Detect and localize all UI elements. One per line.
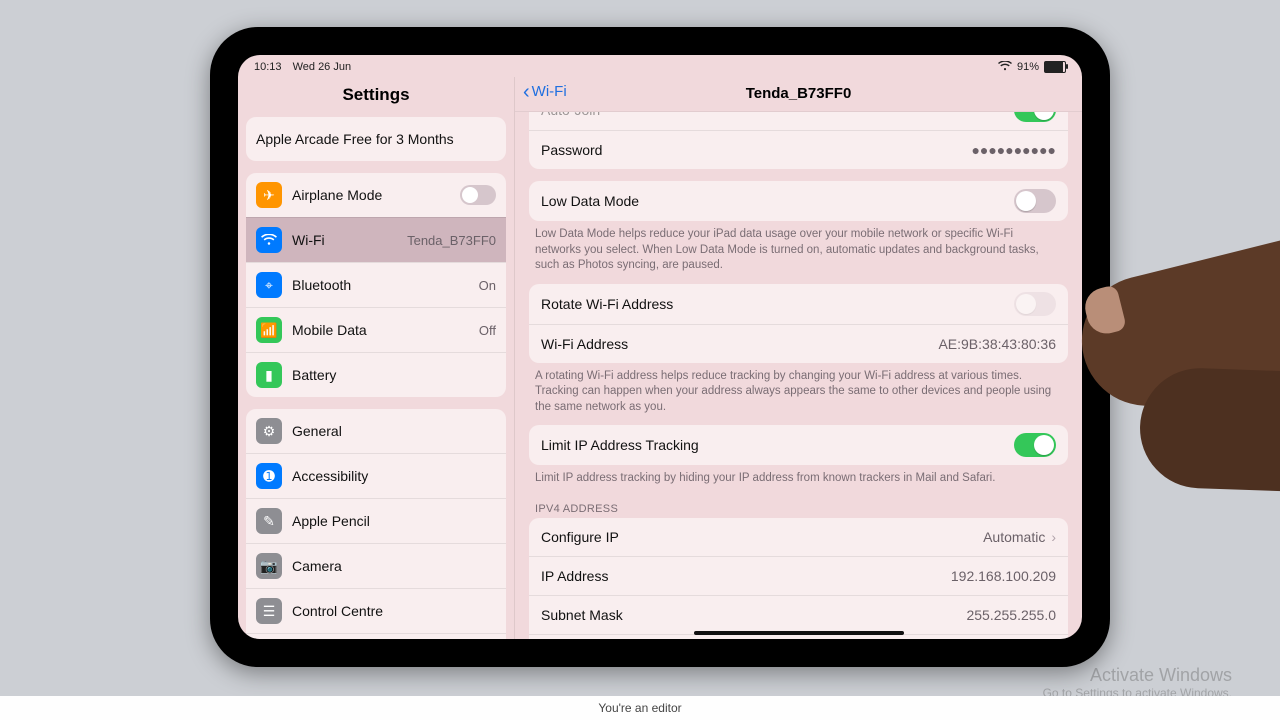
- sidebar-item-airplane[interactable]: ✈ Airplane Mode: [246, 173, 506, 217]
- pencil-icon: ✎: [256, 508, 282, 534]
- sidebar-item-battery[interactable]: ▮ Battery: [246, 352, 506, 397]
- sidebar-title: Settings: [238, 77, 514, 117]
- row-subnet-mask: Subnet Mask 255.255.255.0: [529, 595, 1068, 634]
- sidebar-item-wifi[interactable]: Wi-Fi Tenda_B73FF0: [246, 217, 506, 262]
- battery-nav-icon: ▮: [256, 362, 282, 388]
- chevron-right-icon: ›: [1051, 529, 1056, 545]
- antenna-icon: 📶: [256, 317, 282, 343]
- row-configure-ip[interactable]: Configure IP Automatic ›: [529, 518, 1068, 556]
- password-value: ●●●●●●●●●●: [971, 142, 1056, 158]
- status-date: Wed 26 Jun: [293, 61, 352, 73]
- wifi-icon: [998, 61, 1012, 74]
- windows-activation-watermark: Activate Windows Go to Settings to activ…: [1043, 665, 1232, 700]
- row-wifi-address: Wi-Fi Address AE:9B:38:43:80:36: [529, 324, 1068, 363]
- row-low-data-mode[interactable]: Low Data Mode: [529, 181, 1068, 221]
- low-data-toggle[interactable]: [1014, 189, 1056, 213]
- home-indicator[interactable]: [694, 631, 904, 635]
- row-ip-address: IP Address 192.168.100.209: [529, 556, 1068, 595]
- sidebar-item-bluetooth[interactable]: ⌖ Bluetooth On: [246, 262, 506, 307]
- low-data-caption: Low Data Mode helps reduce your iPad dat…: [529, 221, 1068, 284]
- auto-join-toggle[interactable]: [1014, 112, 1056, 122]
- wifi-address-value: AE:9B:38:43:80:36: [938, 336, 1056, 352]
- sidebar-item-apple-pencil[interactable]: ✎Apple Pencil: [246, 498, 506, 543]
- ipv4-section-label: IPV4 ADDRESS: [529, 497, 1068, 518]
- sidebar-item-general[interactable]: ⚙General: [246, 409, 506, 453]
- toggles-icon: ☰: [256, 598, 282, 624]
- battery-pct: 91%: [1017, 61, 1039, 73]
- sidebar-item-accessibility[interactable]: ➊Accessibility: [246, 453, 506, 498]
- subnet-mask-value: 255.255.255.0: [966, 607, 1056, 623]
- tablet-device-frame: 10:13 Wed 26 Jun 91% Settings: [210, 27, 1110, 667]
- camera-icon: 📷: [256, 553, 282, 579]
- accessibility-icon: ➊: [256, 463, 282, 489]
- ip-address-value: 192.168.100.209: [951, 568, 1056, 584]
- row-auto-join[interactable]: Auto-Join: [529, 112, 1068, 130]
- rotate-address-toggle[interactable]: [1014, 292, 1056, 316]
- sidebar-item-control-centre[interactable]: ☰Control Centre: [246, 588, 506, 633]
- status-bar: 10:13 Wed 26 Jun 91%: [238, 55, 1082, 77]
- sidebar-item-camera[interactable]: 📷Camera: [246, 543, 506, 588]
- tablet-screen: 10:13 Wed 26 Jun 91% Settings: [238, 55, 1082, 639]
- desk-surface: 10:13 Wed 26 Jun 91% Settings: [0, 0, 1280, 720]
- settings-sidebar: Settings Apple Arcade Free for 3 Months …: [238, 77, 514, 639]
- status-time: 10:13: [254, 61, 282, 73]
- human-finger: [1080, 260, 1280, 500]
- limit-caption: Limit IP address tracking by hiding your…: [529, 465, 1068, 497]
- rotate-caption: A rotating Wi-Fi address helps reduce tr…: [529, 363, 1068, 426]
- wifi-detail-pane: ‹Wi-Fi Tenda_B73FF0 Auto-Join Password ●…: [514, 77, 1082, 639]
- gear-icon: ⚙: [256, 418, 282, 444]
- sidebar-item-arcade[interactable]: Apple Arcade Free for 3 Months: [246, 117, 506, 161]
- footer-status-bar: You're an editor: [0, 696, 1280, 720]
- wifi-nav-icon: [256, 227, 282, 253]
- row-rotate-wifi-address[interactable]: Rotate Wi-Fi Address: [529, 284, 1068, 324]
- airplane-icon: ✈: [256, 182, 282, 208]
- detail-title: Tenda_B73FF0: [515, 85, 1082, 102]
- battery-icon: [1044, 61, 1066, 73]
- row-password[interactable]: Password ●●●●●●●●●●: [529, 130, 1068, 169]
- sidebar-item-mobile-data[interactable]: 📶 Mobile Data Off: [246, 307, 506, 352]
- bluetooth-icon: ⌖: [256, 272, 282, 298]
- limit-ip-toggle[interactable]: [1014, 433, 1056, 457]
- airplane-toggle[interactable]: [460, 185, 496, 205]
- detail-header: ‹Wi-Fi Tenda_B73FF0: [515, 77, 1082, 112]
- sidebar-item-display[interactable]: ☀Display & Brightness: [246, 633, 506, 639]
- row-limit-ip-tracking[interactable]: Limit IP Address Tracking: [529, 425, 1068, 465]
